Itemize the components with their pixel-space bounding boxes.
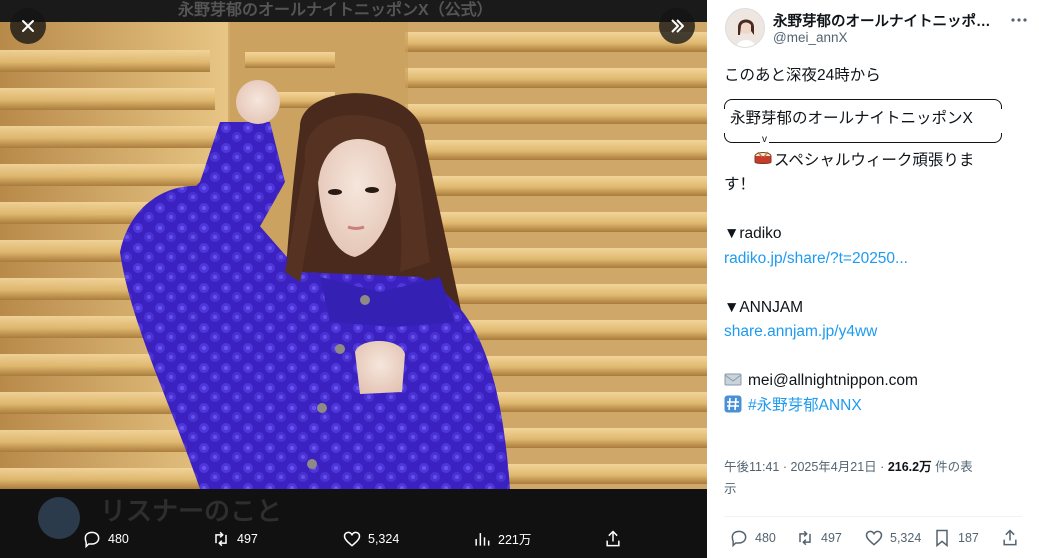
tweet-action-bar: 480 497 5,324 187 bbox=[707, 524, 1039, 554]
bookmark-button[interactable]: 187 bbox=[932, 528, 979, 548]
tweet-meta: 午後11:41 · 2025年4月21日 · 216.2万 件の表 示 bbox=[724, 456, 1024, 500]
share-button[interactable] bbox=[1000, 528, 1020, 548]
views-chart-icon bbox=[475, 532, 490, 546]
share-icon bbox=[1003, 529, 1017, 546]
hashtag-line: #永野芽郁ANNX bbox=[724, 394, 1024, 419]
reply-count: 480 bbox=[755, 531, 776, 545]
drum-emoji-icon bbox=[754, 151, 772, 164]
share-icon bbox=[606, 529, 620, 546]
like-button[interactable]: 5,324 bbox=[864, 528, 921, 548]
tweet-photo[interactable] bbox=[0, 22, 707, 489]
meta-separator: · bbox=[880, 460, 885, 474]
tweet-views-count: 216.2万 bbox=[887, 460, 932, 474]
viewer-repost-count: 497 bbox=[237, 531, 258, 546]
radiko-link[interactable]: radiko.jp/share/?t=20250... bbox=[724, 247, 1024, 272]
hashtag-link[interactable]: #永野芽郁ANNX bbox=[748, 397, 862, 414]
viewer-views-count: 221万 bbox=[498, 533, 532, 547]
avatar-image bbox=[726, 9, 764, 47]
like-count: 5,324 bbox=[890, 531, 922, 545]
heart-icon bbox=[343, 531, 361, 547]
viewer-reply-button[interactable]: 480 bbox=[82, 529, 129, 549]
program-title: 永野芽郁のオールナイトニッポンX bbox=[730, 109, 973, 127]
special-week-text: スペシャルウィーク頑張りま bbox=[774, 151, 975, 169]
reply-icon bbox=[84, 531, 100, 548]
repost-button[interactable]: 497 bbox=[795, 528, 842, 548]
tweet-time[interactable]: 午後11:41 bbox=[724, 460, 779, 474]
heart-icon bbox=[865, 530, 883, 546]
viewer-share-button[interactable] bbox=[603, 529, 623, 549]
tweet-body: このあと深夜24時から 永野芽郁のオールナイトニッポンX v スペシャルウィーク… bbox=[724, 64, 1024, 418]
expand-panel-button[interactable] bbox=[659, 8, 695, 44]
repost-icon bbox=[799, 530, 811, 546]
meta-separator: · bbox=[782, 460, 788, 474]
photo-illustration bbox=[0, 22, 707, 489]
double-chevron-right-icon bbox=[671, 19, 684, 33]
avatar[interactable] bbox=[725, 8, 765, 48]
close-button[interactable] bbox=[10, 8, 46, 44]
display-name[interactable]: 永野芽郁のオールナイトニッポ… bbox=[773, 10, 1003, 31]
viewer-like-button[interactable]: 5,324 bbox=[342, 529, 399, 549]
frame-tail: v bbox=[760, 133, 769, 145]
viewer-views-button[interactable]: 221万 bbox=[472, 529, 531, 549]
program-title-frame: 永野芽郁のオールナイトニッポンX v bbox=[724, 93, 1008, 149]
repost-icon bbox=[215, 531, 227, 546]
annjam-label: ▼ANNJAM bbox=[724, 298, 804, 316]
annjam-link[interactable]: share.annjam.jp/y4ww bbox=[724, 320, 1024, 345]
tweet-panel: 永野芽郁のオールナイトニッポ… @mei_annX このあと深夜24時から 永野… bbox=[707, 0, 1039, 558]
tweet-views-suffix-2: 示 bbox=[724, 482, 737, 496]
viewer-repost-button[interactable]: 497 bbox=[211, 529, 258, 549]
more-options-button[interactable] bbox=[1007, 8, 1031, 32]
close-icon bbox=[22, 20, 34, 32]
reply-icon bbox=[731, 530, 747, 548]
email-address: mei@allnightnippon.com bbox=[748, 372, 918, 389]
hash-keycap-icon bbox=[724, 395, 742, 412]
more-dots-icon bbox=[1011, 18, 1027, 22]
radiko-label: ▼radiko bbox=[724, 225, 782, 242]
background-title: 永野芽郁のオールナイトニッポンX（公式） bbox=[0, 0, 707, 22]
handle[interactable]: @mei_annX bbox=[773, 30, 848, 45]
media-viewer: 永野芽郁のオールナイトニッポンX（公式） リスナーのこと 480 497 5,3… bbox=[0, 0, 707, 558]
viewer-action-bar: 480 497 5,324 221万 bbox=[0, 519, 707, 558]
divider bbox=[724, 516, 1022, 517]
reply-button[interactable]: 480 bbox=[729, 528, 776, 548]
viewer-reply-count: 480 bbox=[108, 531, 129, 546]
body-line-intro: このあと深夜24時から bbox=[724, 67, 881, 84]
viewer-like-count: 5,324 bbox=[368, 531, 400, 546]
tweet-views-suffix: 件の表 bbox=[931, 460, 973, 474]
bookmark-icon bbox=[936, 529, 948, 548]
repost-count: 497 bbox=[821, 531, 842, 545]
body-line-special: スペシャルウィーク頑張りま bbox=[724, 149, 1024, 174]
bookmark-count: 187 bbox=[958, 531, 979, 545]
tweet-date[interactable]: 2025年4月21日 bbox=[791, 460, 877, 474]
envelope-icon bbox=[724, 373, 742, 386]
body-line-special-end: す！ bbox=[724, 176, 756, 193]
email-line: mei@allnightnippon.com bbox=[724, 369, 1024, 394]
